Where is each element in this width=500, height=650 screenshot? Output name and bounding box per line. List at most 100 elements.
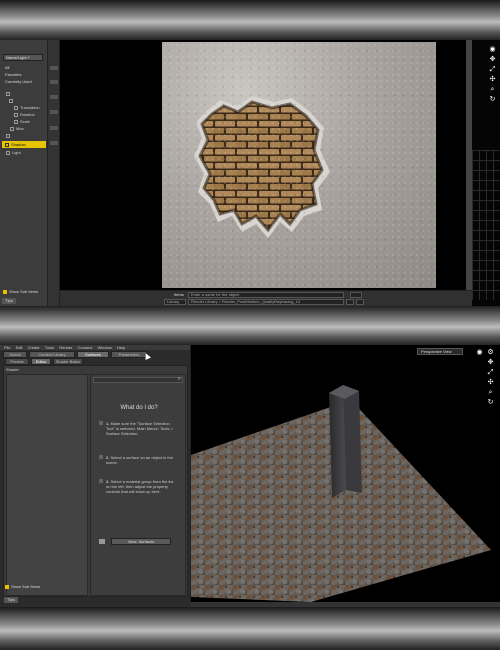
filter-favorites[interactable]: Favorites bbox=[2, 71, 46, 78]
camera-icon[interactable]: ◉ bbox=[476, 349, 483, 356]
tab-parameters[interactable]: Parameters bbox=[111, 351, 147, 358]
rotate-icon[interactable]: ↻ bbox=[487, 399, 494, 406]
tree-checkbox[interactable] bbox=[6, 150, 10, 155]
pan-icon[interactable]: ✥ bbox=[487, 359, 494, 366]
filter-all[interactable]: All bbox=[2, 64, 46, 71]
strip-field[interactable] bbox=[50, 126, 58, 130]
tree-item-label: Rotation bbox=[20, 112, 35, 117]
stone-pillar-side bbox=[329, 385, 346, 498]
tree-checkbox[interactable] bbox=[14, 112, 18, 117]
items-label: Items bbox=[174, 292, 184, 297]
library-path: Render Library > Render_PostMedium_Quali… bbox=[191, 299, 301, 304]
library-dropdown[interactable]: Library bbox=[164, 299, 186, 305]
tips-button[interactable]: Tips bbox=[4, 597, 18, 603]
strip-field[interactable] bbox=[50, 80, 58, 84]
scene-render bbox=[191, 385, 491, 602]
strip-field[interactable] bbox=[50, 110, 58, 114]
tab-scene[interactable]: Scene bbox=[3, 351, 27, 358]
checkbox[interactable] bbox=[5, 584, 9, 589]
step-body: Select a surface on an object in the sce… bbox=[106, 455, 173, 465]
step-body: Make sure the "Surface Selection Tool" i… bbox=[106, 421, 173, 436]
step-text: 3. Select a material group from the list… bbox=[106, 479, 176, 494]
render-viewport[interactable] bbox=[60, 40, 470, 290]
frame-icon[interactable]: ⤢ bbox=[489, 66, 496, 73]
tree-item-translation[interactable]: Translation bbox=[2, 104, 46, 111]
tree-item-label: Scale bbox=[20, 119, 31, 124]
camera-icon[interactable]: ◉ bbox=[489, 46, 496, 53]
strip-field[interactable] bbox=[50, 141, 58, 145]
step-text: 2. Select a surface on an object in the … bbox=[106, 455, 176, 465]
tree-checkbox[interactable] bbox=[14, 119, 18, 124]
tree-item-root[interactable] bbox=[2, 90, 46, 97]
orbit-icon[interactable]: ✣ bbox=[487, 379, 494, 386]
panel-header: Shader bbox=[6, 367, 19, 372]
tab-surfaces[interactable]: Surfaces bbox=[77, 351, 109, 358]
step-bullet bbox=[99, 479, 103, 483]
zoom-icon[interactable]: ⌕ bbox=[489, 86, 496, 93]
show-sub-items-label: Show Sub Items bbox=[11, 584, 41, 589]
step-bullet bbox=[99, 455, 103, 459]
tree-item-label: Shadow bbox=[11, 142, 26, 147]
subtab-shader-baker[interactable]: Shader Baker bbox=[53, 358, 83, 365]
tree-item-shadow[interactable]: Shadow bbox=[2, 141, 46, 148]
tree-item-scale[interactable]: Scale bbox=[2, 118, 46, 125]
subtab-editor[interactable]: Editor bbox=[31, 358, 51, 365]
orbit-icon[interactable]: ✣ bbox=[489, 76, 496, 83]
perspective-view-label: Perspective View bbox=[421, 349, 452, 354]
step-bullet bbox=[99, 421, 103, 425]
frame-icon[interactable]: ⤢ bbox=[487, 369, 494, 376]
checkbox[interactable] bbox=[3, 289, 7, 294]
view-surfaces-button[interactable]: View: Surfaces bbox=[111, 538, 171, 545]
perspective-viewport[interactable]: Perspective View ◉ ⚙ ✥ ⤢ ✣ ⌕ ↻ bbox=[190, 345, 500, 602]
viewport-scrollbar[interactable] bbox=[190, 602, 500, 607]
viewport-floor-grid bbox=[472, 150, 500, 300]
item-name-field[interactable]: Enter a name for the object bbox=[188, 292, 344, 298]
library-path-field[interactable]: Render Library > Render_PostMedium_Quali… bbox=[188, 299, 344, 305]
material-group-list[interactable] bbox=[6, 374, 88, 596]
property-area: ⌕ What do I do? 1. Make sure the "Surfac… bbox=[90, 374, 186, 596]
subtab-presets[interactable]: Presets bbox=[5, 358, 29, 365]
property-search-input[interactable]: ⌕ bbox=[93, 376, 183, 383]
nav-button[interactable] bbox=[356, 299, 364, 305]
pan-icon[interactable]: ✥ bbox=[489, 56, 496, 63]
tree-checkbox[interactable] bbox=[5, 142, 9, 147]
tree-item-label: Translation bbox=[20, 105, 40, 110]
tree-item-misc[interactable]: Misc bbox=[2, 125, 46, 132]
show-sub-items-toggle[interactable]: Show Sub Items bbox=[3, 289, 38, 294]
help-title: What do I do? bbox=[120, 405, 158, 411]
rotate-icon[interactable]: ↻ bbox=[489, 96, 496, 103]
tab-content-library[interactable]: Content Library bbox=[29, 351, 75, 358]
strip-field[interactable] bbox=[50, 66, 58, 70]
step-body: Select a material group from the list on… bbox=[106, 479, 174, 494]
tree-checkbox[interactable] bbox=[6, 91, 10, 96]
tree-item-rotation[interactable]: Rotation bbox=[2, 111, 46, 118]
library-label: Library bbox=[167, 299, 180, 304]
filter-currently-used[interactable]: Currently Used bbox=[2, 78, 46, 85]
property-strip bbox=[48, 40, 60, 306]
node-filter-dropdown[interactable]: Name/Light:? bbox=[3, 54, 43, 61]
show-sub-items-toggle[interactable]: Show Sub Items bbox=[5, 584, 40, 589]
strip-field[interactable] bbox=[50, 95, 58, 99]
item-name-placeholder: Enter a name for the object bbox=[191, 292, 240, 297]
nav-button[interactable] bbox=[346, 299, 354, 305]
search-icon[interactable]: ⌕ bbox=[178, 376, 181, 383]
tree-item-label: Misc bbox=[16, 126, 25, 131]
tree-checkbox[interactable] bbox=[9, 98, 13, 103]
scene-sidebar: Name/Light:? All Favorites Currently Use… bbox=[0, 40, 48, 306]
tips-button[interactable]: Tips bbox=[2, 298, 16, 304]
view-icon bbox=[99, 539, 105, 544]
plaster-wall-render bbox=[162, 42, 436, 288]
footer-metal-band bbox=[0, 607, 500, 650]
tree-checkbox[interactable] bbox=[14, 105, 18, 110]
show-sub-items-label: Show Sub Items bbox=[9, 289, 39, 294]
tree-checkbox[interactable] bbox=[6, 133, 10, 138]
tree-item-collapsed[interactable] bbox=[2, 132, 46, 139]
tree-checkbox[interactable] bbox=[10, 126, 14, 131]
options-icon[interactable]: ⚙ bbox=[487, 349, 494, 356]
tree-item-group[interactable] bbox=[2, 97, 46, 104]
unit-dropdown[interactable] bbox=[350, 292, 362, 298]
perspective-view-dropdown[interactable]: Perspective View bbox=[417, 348, 463, 355]
zoom-icon[interactable]: ⌕ bbox=[487, 389, 494, 396]
pane-tabs: Scene Content Library Surfaces Parameter… bbox=[3, 350, 188, 358]
tree-item-light[interactable]: Light bbox=[2, 149, 46, 156]
